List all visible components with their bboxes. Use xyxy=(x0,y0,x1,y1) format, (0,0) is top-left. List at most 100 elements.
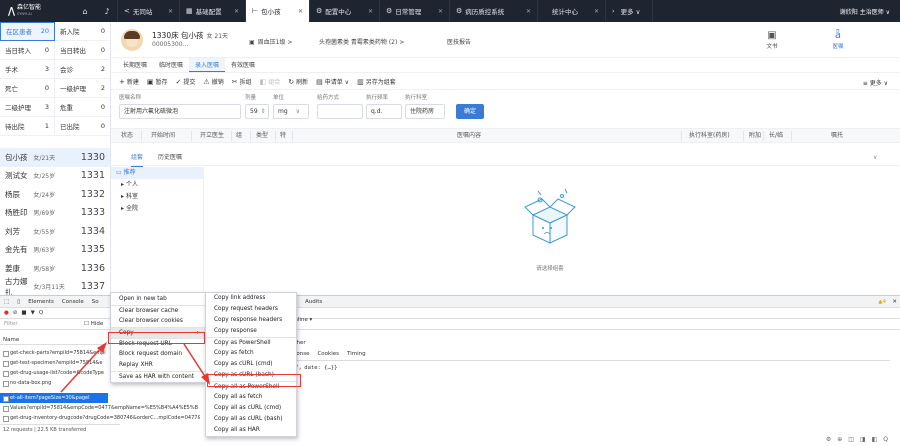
menu-item-open-in-new-tab[interactable]: Open in new tab xyxy=(111,294,205,305)
network-request-row[interactable]: get-drug-inventory-drugcode?drugCode=380… xyxy=(0,413,200,423)
close-icon[interactable]: ✕ xyxy=(230,8,239,15)
copy-menu-item[interactable]: Copy request headers xyxy=(206,304,296,315)
nursing-level[interactable]: ▣ 周血压1级 > xyxy=(249,37,292,46)
tree-node-department[interactable]: ▸ 科室 xyxy=(111,191,203,203)
patient-list-item[interactable]: 包小孩 女/21天 1330 xyxy=(0,148,110,167)
copy-menu-item[interactable]: Copy all as fetch xyxy=(206,392,296,403)
tab-valid-orders[interactable]: 有效医嘱 xyxy=(225,58,261,72)
more-button[interactable]: ≡ 更多 ∨ xyxy=(863,78,888,87)
stat-filter[interactable]: 死亡 0 xyxy=(0,78,55,98)
tab-audits[interactable]: Audits xyxy=(305,299,322,305)
allergy-info[interactable]: 头孢菌素类 青霉素类药物 (2) > xyxy=(319,37,404,46)
order-name-input[interactable]: 注射用六氟化硫微泡 xyxy=(119,104,241,119)
unit-select[interactable]: mg ∨ xyxy=(273,104,309,119)
brand-logo[interactable]: /\ 森亿智能 SYNYI.AI xyxy=(0,0,55,22)
search-icon[interactable]: Q xyxy=(39,310,43,316)
tree-node-recommended[interactable]: ▭ 推荐 xyxy=(111,167,203,179)
patient-list-item[interactable]: 姜康 男/58岁 1336 xyxy=(0,259,110,278)
patient-list-item[interactable]: 杨胜印 男/69岁 1333 xyxy=(0,204,110,223)
tab-template-sets[interactable]: 组套 xyxy=(131,150,144,167)
tab-sources[interactable]: So xyxy=(92,299,99,305)
dept-input[interactable]: 住院药房 xyxy=(405,104,445,119)
tab-elements[interactable]: Elements xyxy=(28,299,54,305)
stat-filter[interactable]: 待出院 1 xyxy=(0,116,55,136)
tab-stats-center[interactable]: 统计中心 ✕ xyxy=(537,0,605,22)
tab-console[interactable]: Console xyxy=(62,299,84,305)
save-as-template-button[interactable]: ▥ 另存为组套 xyxy=(357,77,396,87)
tab-config-center[interactable]: ⚙ 配置中心 ✕ xyxy=(309,0,379,22)
patient-list-item[interactable]: 古力娜扎 女/3月11天 1337 xyxy=(0,277,110,297)
save-draft-button[interactable]: ▣ 暂存 xyxy=(147,77,168,87)
frequency-input[interactable]: q.d. xyxy=(366,104,402,119)
menu-item-clear-browser-cookies[interactable]: Clear browser cookies xyxy=(111,316,205,327)
orders-button[interactable]: ǟ 医嘱 xyxy=(823,30,853,50)
tab-temporary-orders[interactable]: 临时医嘱 xyxy=(153,58,189,72)
tree-node-hospital[interactable]: ▸ 全院 xyxy=(111,203,203,215)
revoke-button[interactable]: ⚠ 撤销 xyxy=(203,77,223,87)
tab-enter-orders[interactable]: 录入医嘱 xyxy=(189,58,226,72)
tab-more[interactable]: › 更多 ∨ xyxy=(605,0,653,22)
tab-long-term-orders[interactable]: 长期医嘱 xyxy=(117,58,153,72)
copy-menu-item[interactable]: Copy response headers xyxy=(206,315,296,326)
stat-filter[interactable]: 在区患者 20 xyxy=(0,21,55,41)
refresh-button[interactable]: ↻ 刷新 xyxy=(288,77,308,87)
request-form-button[interactable]: ▤ 申请单 ∨ xyxy=(316,77,349,87)
split-group-button[interactable]: ✂ 拆组 xyxy=(232,77,252,87)
network-request-row[interactable]: Values?empiId=75814&empCode=0477&empName… xyxy=(0,403,200,413)
tab-cookies[interactable]: Cookies xyxy=(317,351,339,360)
collapse-icon[interactable]: ∨ xyxy=(873,150,877,166)
clear-icon[interactable]: ⊘ xyxy=(13,310,18,316)
close-icon[interactable]: ✕ xyxy=(294,8,303,15)
stat-filter[interactable]: 会诊 2 xyxy=(55,60,110,79)
tech-report-link[interactable]: 医技报告 xyxy=(447,37,471,46)
device-icon[interactable]: ▯ xyxy=(17,299,20,305)
stat-filter[interactable]: 危重 0 xyxy=(55,98,110,117)
patient-list-item[interactable]: 刘芳 女/55岁 1334 xyxy=(0,222,110,241)
copy-menu-item[interactable]: Copy all as HAR xyxy=(206,425,296,436)
stat-filter[interactable]: 新入院 0 xyxy=(55,22,110,41)
devtools-close-icon[interactable]: ✕ xyxy=(892,299,897,305)
copy-menu-item[interactable]: Copy all as cURL (bash) xyxy=(206,414,296,425)
close-icon[interactable]: ✕ xyxy=(590,8,599,15)
user-menu[interactable]: 谢欣阳 主治医师 ∨ xyxy=(840,0,890,22)
patient-list-item[interactable]: 测试女 女/25岁 1331 xyxy=(0,167,110,186)
tab-patient[interactable]: ⊢ 包小孩 ✕ xyxy=(245,0,309,22)
camera-icon[interactable]: ■ xyxy=(21,310,26,316)
tree-node-personal[interactable]: ▸ 个人 xyxy=(111,179,203,191)
close-icon[interactable]: ✕ xyxy=(164,8,173,15)
confirm-button[interactable]: 确定 xyxy=(456,104,484,119)
close-icon[interactable]: ✕ xyxy=(522,8,531,15)
route-input[interactable] xyxy=(317,104,363,119)
bottom-toolbar-icons[interactable]: ⚙⊕◫◨◧Q xyxy=(826,436,894,443)
stat-filter[interactable]: 一级护理 2 xyxy=(55,79,110,98)
close-icon[interactable]: ✕ xyxy=(364,8,373,15)
bell-icon[interactable]: ♪ xyxy=(97,0,117,22)
record-icon[interactable]: ● xyxy=(4,310,9,316)
patient-list-item[interactable]: 金先有 男/63岁 1335 xyxy=(0,241,110,260)
tab-basic-config[interactable]: ▦ 基础配置 ✕ xyxy=(179,0,245,22)
tab-qc-system[interactable]: ⚙ 病历质控系统 ✕ xyxy=(449,0,537,22)
copy-menu-item[interactable]: Copy all as cURL (cmd) xyxy=(206,403,296,414)
home-icon[interactable]: ⌂ xyxy=(73,0,97,22)
stat-filter[interactable]: 手术 3 xyxy=(0,59,55,79)
copy-menu-item[interactable]: Copy response xyxy=(206,326,296,337)
submit-button[interactable]: ✓ 提交 xyxy=(176,77,196,87)
new-button[interactable]: + 新建 xyxy=(119,77,139,87)
stat-filter[interactable]: 当日转入 0 xyxy=(0,40,55,60)
filter-icon[interactable]: ▼ xyxy=(31,310,35,316)
tab-history-orders[interactable]: 历史医嘱 xyxy=(158,150,182,166)
stat-filter[interactable]: 已出院 0 xyxy=(55,117,110,136)
hide-data-urls-checkbox[interactable]: ☐ Hide xyxy=(84,319,103,330)
tab-daily-management[interactable]: ⚙ 日常管理 ✕ xyxy=(379,0,449,22)
copy-menu-item[interactable]: Copy link address xyxy=(206,293,296,304)
patient-list-item[interactable]: 杨辰 女/24岁 1332 xyxy=(0,185,110,204)
close-icon[interactable]: ✕ xyxy=(434,8,443,15)
menu-item-clear-browser-cache[interactable]: Clear browser cache xyxy=(111,305,205,316)
tab-wutongzhan[interactable]: < 无同站 ✕ xyxy=(117,0,179,22)
inspect-icon[interactable]: ⬚ xyxy=(4,299,9,305)
stat-filter[interactable]: 当日转出 0 xyxy=(55,41,110,60)
documents-button[interactable]: ▣ 文书 xyxy=(757,30,787,50)
combine-group-button[interactable]: ◧ 组合 xyxy=(260,77,281,87)
warning-count[interactable]: ▲4 xyxy=(878,299,886,305)
tab-timing[interactable]: Timing xyxy=(347,351,366,360)
